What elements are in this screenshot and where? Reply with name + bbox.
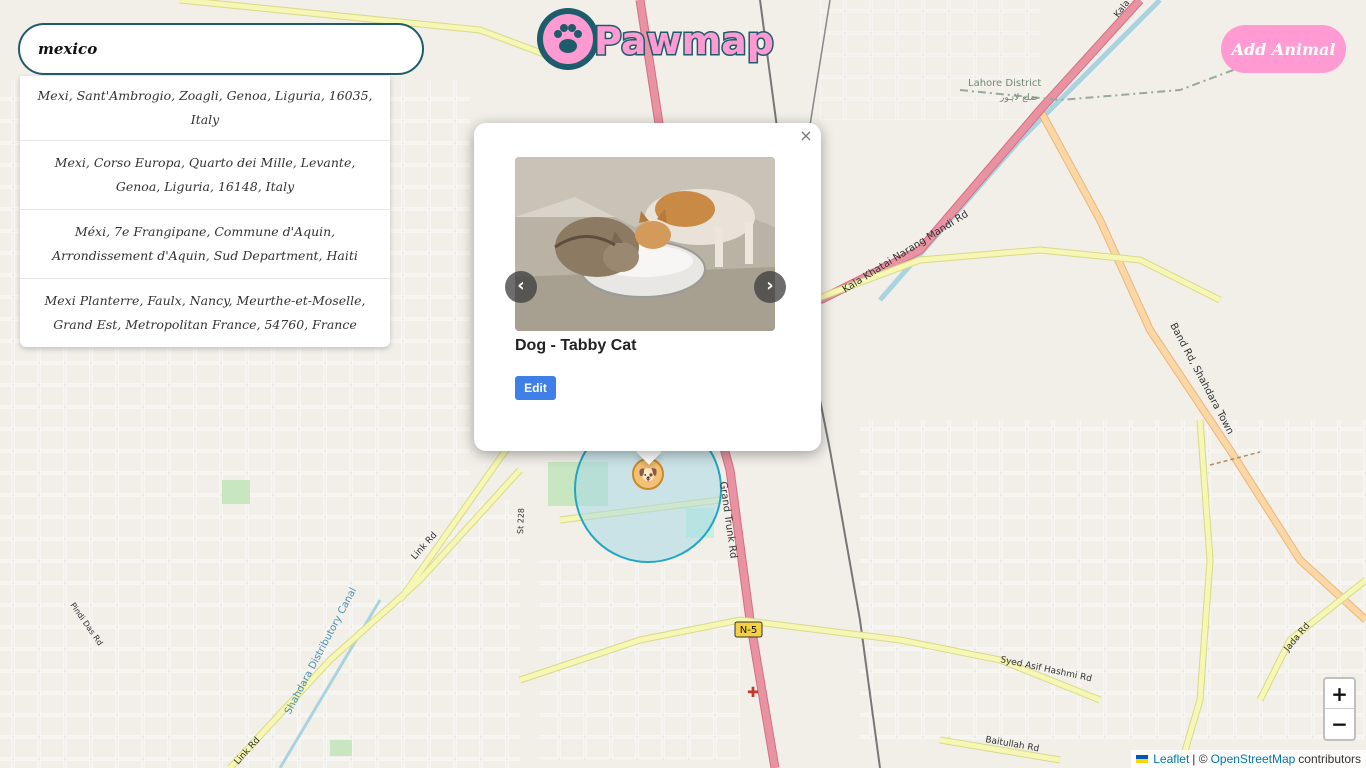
pawmap-logo: Pawmap	[534, 4, 790, 74]
ukraine-flag-icon	[1136, 755, 1149, 763]
edit-button[interactable]: Edit	[515, 376, 556, 400]
search-input[interactable]	[38, 34, 408, 64]
animal-photo	[515, 157, 775, 331]
leaflet-link[interactable]: Leaflet	[1153, 752, 1189, 766]
map-attribution: Leaflet | © OpenStreetMap contributors	[1131, 750, 1366, 768]
n5-shield-label: N-5	[740, 625, 757, 636]
logo-text: Pawmap	[594, 19, 774, 63]
prev-photo-button[interactable]: ‹	[505, 271, 537, 303]
attribution-separator: | ©	[1192, 752, 1208, 766]
next-photo-button[interactable]: ›	[754, 271, 786, 303]
dog-face-icon: 🐶	[638, 464, 658, 484]
attribution-contributors: contributors	[1298, 752, 1361, 766]
district-label: Lahore District	[968, 78, 1041, 89]
osm-link[interactable]: OpenStreetMap	[1211, 752, 1296, 766]
zoom-in-button[interactable]: +	[1325, 679, 1354, 709]
close-icon[interactable]: ×	[797, 127, 815, 145]
road-label-st228: St 228	[516, 508, 526, 534]
search-box	[18, 23, 424, 75]
suggestion-item[interactable]: Mexi, Corso Europa, Quarto dei Mille, Le…	[20, 141, 390, 210]
hospital-icon: ✚	[747, 685, 759, 701]
suggestion-item[interactable]: Méxi, 7e Frangipane, Commune d'Aquin, Ar…	[20, 210, 390, 279]
zoom-out-button[interactable]: −	[1325, 709, 1354, 739]
suggestion-item[interactable]: Mexi, Sant'Ambrogio, Zoagli, Genoa, Ligu…	[20, 76, 390, 141]
add-animal-button[interactable]: Add Animal	[1221, 25, 1346, 73]
suggestion-item[interactable]: Mexi Planterre, Faulx, Nancy, Meurthe-et…	[20, 279, 390, 347]
district-urdu-label: ضلع لاہور	[999, 93, 1038, 103]
animal-title: Dog - Tabby Cat	[515, 337, 637, 354]
zoom-control: + −	[1323, 677, 1356, 741]
animal-popup: × ‹ › Dog - Tabby Cat Edit	[474, 123, 821, 451]
search-suggestions: Mexi, Sant'Ambrogio, Zoagli, Genoa, Ligu…	[20, 76, 390, 347]
